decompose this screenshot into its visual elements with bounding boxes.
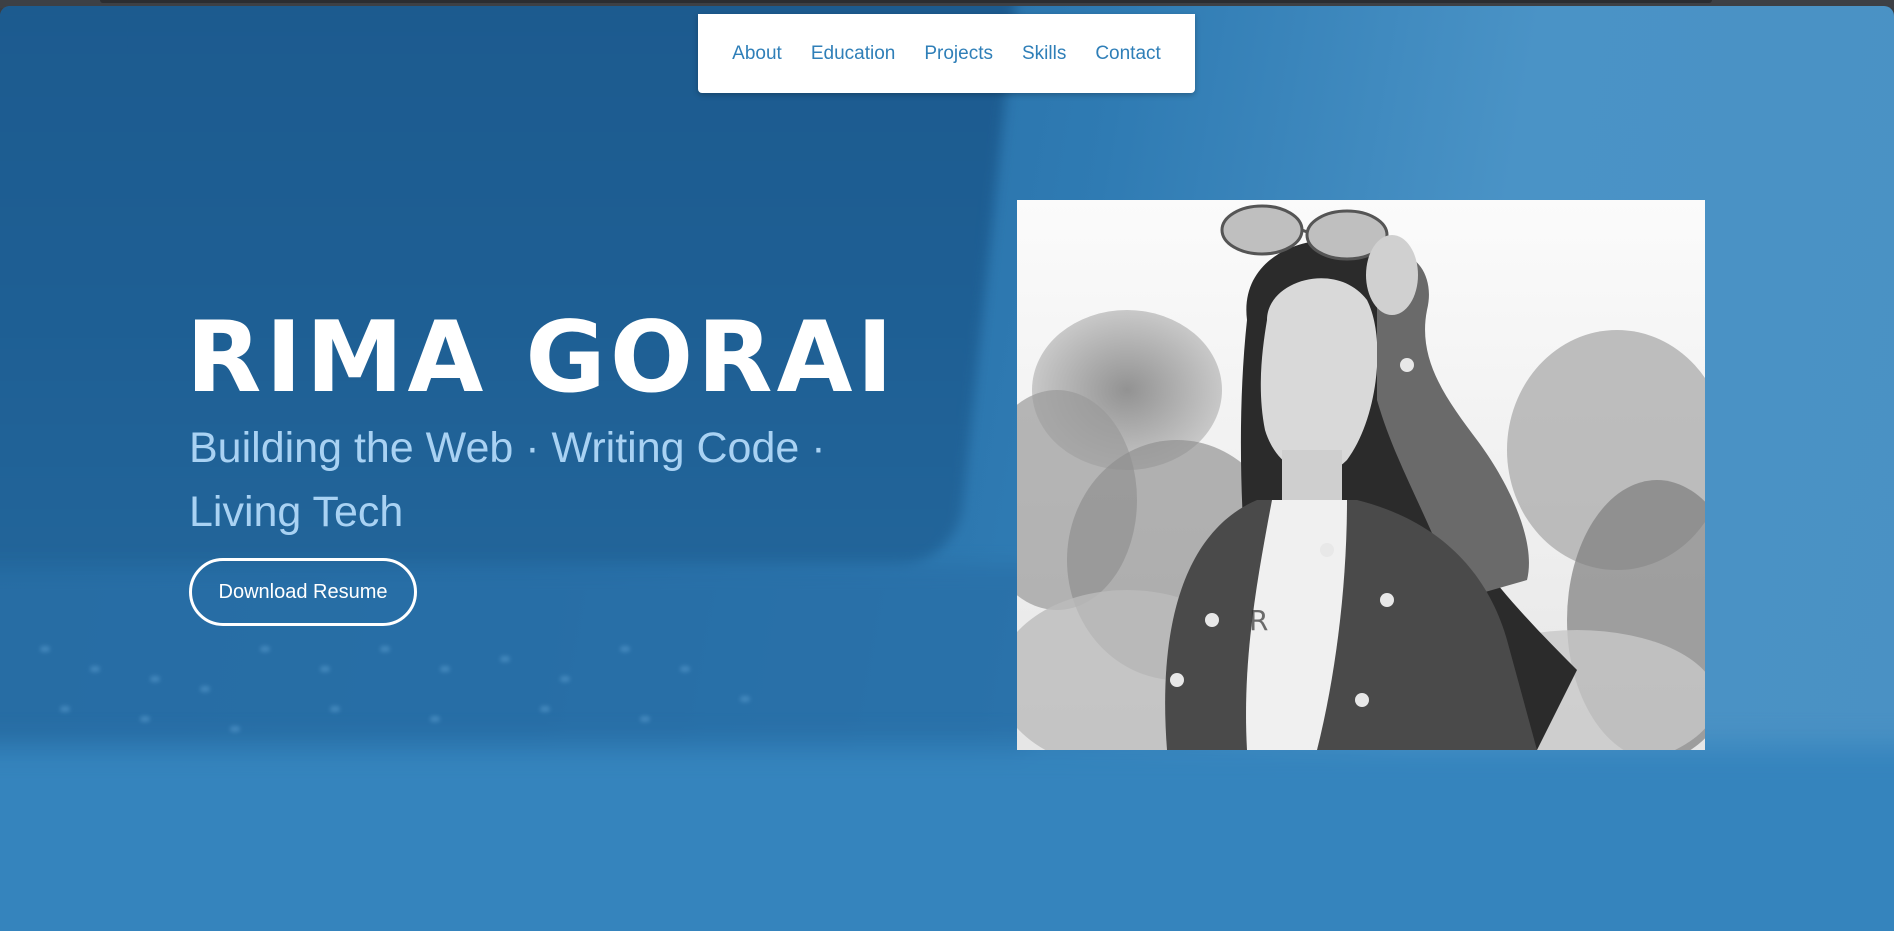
nav-link-contact[interactable]: Contact [1095, 43, 1160, 65]
main-navigation: About Education Projects Skills Contact [698, 14, 1195, 93]
nav-link-projects[interactable]: Projects [924, 43, 993, 65]
portrait-photo-icon: R [1017, 200, 1705, 750]
browser-tab-strip [100, 0, 1712, 3]
background-desk [0, 746, 1894, 931]
svg-text:R: R [1249, 604, 1268, 637]
download-resume-button[interactable]: Download Resume [189, 558, 417, 626]
hero-tagline: Building the Web · Writing Code · Living… [189, 424, 826, 536]
nav-link-education[interactable]: Education [811, 43, 896, 65]
nav-link-skills[interactable]: Skills [1022, 43, 1066, 65]
hero-section: About Education Projects Skills Contact … [0, 6, 1894, 931]
hero-name: RIMA GORAI [186, 301, 897, 415]
nav-link-about[interactable]: About [732, 43, 782, 65]
profile-photo: R [1017, 200, 1705, 750]
